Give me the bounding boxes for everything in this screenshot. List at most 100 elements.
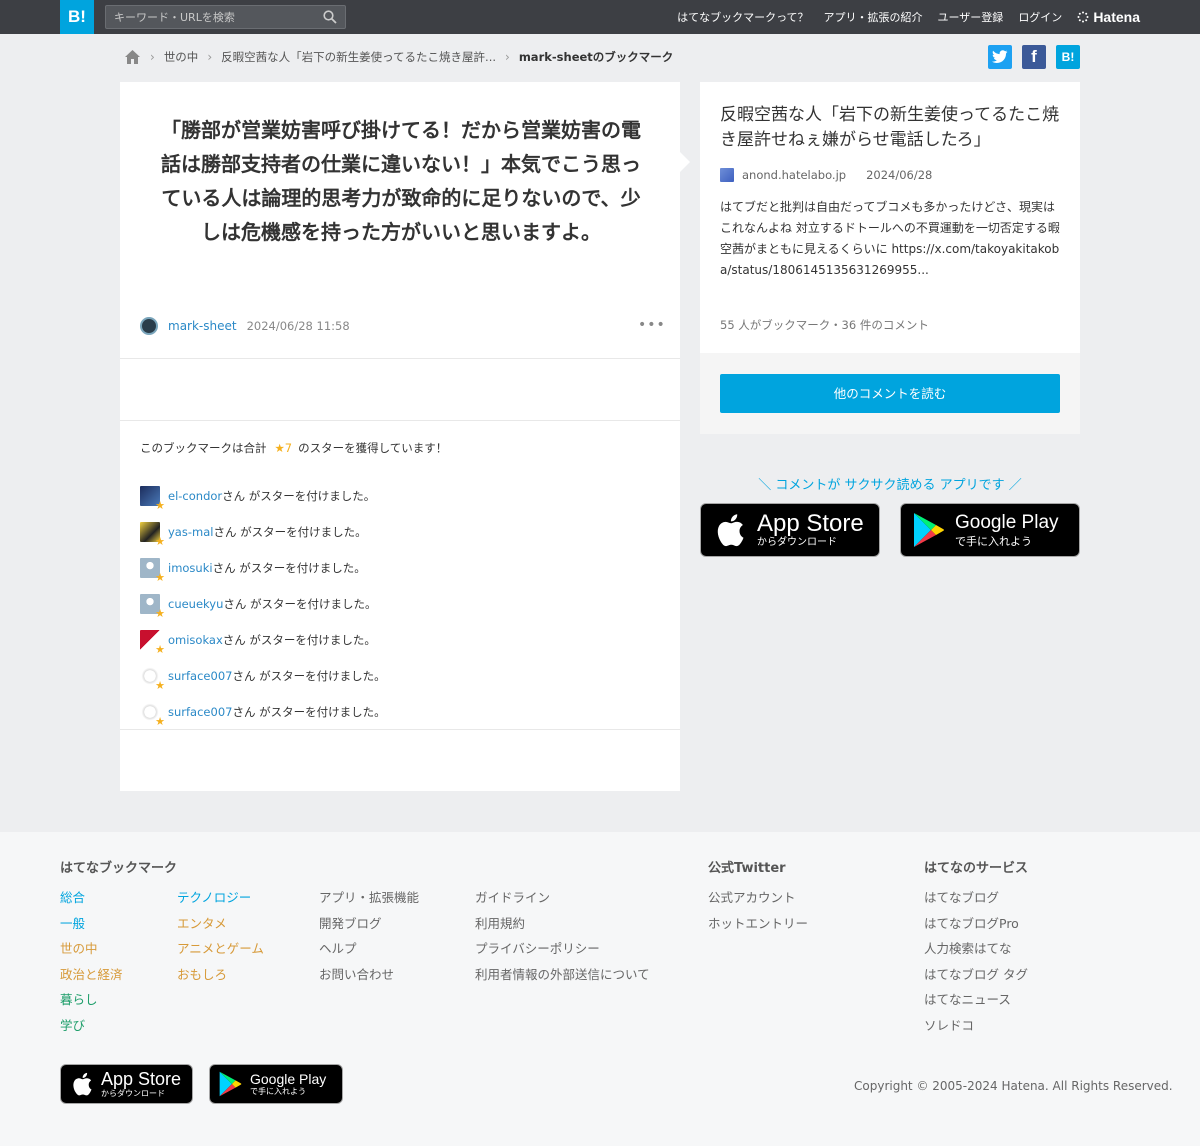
star-user-link[interactable]: surface007 (168, 669, 232, 683)
star-action-text: さん がスターを付けました。 (232, 705, 386, 719)
star-action-text: さん がスターを付けました。 (213, 525, 367, 539)
site-favicon-icon (720, 168, 734, 182)
google-play-icon (219, 1071, 242, 1097)
footer-category-link[interactable]: おもしろ (177, 962, 264, 988)
divider (120, 729, 680, 730)
nav-apps[interactable]: アプリ・拡張の紹介 (824, 9, 923, 25)
home-icon[interactable] (124, 49, 141, 65)
footer-category-link[interactable]: エンタメ (177, 911, 264, 937)
nav-register[interactable]: ユーザー登録 (938, 9, 1004, 25)
apple-icon (717, 514, 744, 547)
entry-bookmark-count[interactable]: 55 人がブックマーク・36 件のコメント (720, 317, 929, 333)
star-icon: ★ (155, 679, 165, 692)
star-user-link[interactable]: el-condor (168, 489, 222, 503)
bookmark-username[interactable]: mark-sheet (168, 319, 237, 333)
nav-login[interactable]: ログイン (1018, 9, 1062, 25)
avatar[interactable]: ★ (140, 558, 165, 583)
star-count[interactable]: ★7 (275, 441, 293, 455)
google-play-title: Google Play (250, 1071, 327, 1087)
footer-link[interactable]: はてなニュース (924, 987, 1028, 1013)
google-play-sub: で手に入れよう (250, 1087, 306, 1096)
list-item: ★ yas-mal さん がスターを付けました。 (140, 514, 660, 550)
entry-actions: 他のコメントを読む (700, 353, 1080, 434)
avatar[interactable] (140, 317, 158, 335)
star-summary: このブックマークは合計 ★7 のスターを獲得しています！ (140, 440, 447, 456)
footer-category-link[interactable]: 総合 (60, 885, 123, 911)
footer-app-store-badge[interactable]: App Store からダウンロード (60, 1064, 193, 1104)
entry-domain[interactable]: anond.hatelabo.jp (742, 168, 846, 182)
divider (120, 420, 680, 421)
google-play-badge[interactable]: Google Play で手に入れよう (900, 503, 1080, 557)
read-comments-button[interactable]: 他のコメントを読む (720, 374, 1060, 413)
footer-link[interactable]: プライバシーポリシー (475, 936, 650, 962)
footer-link[interactable]: はてなブログPro (924, 911, 1028, 937)
footer-category-link[interactable]: アニメとゲーム (177, 936, 264, 962)
footer-link[interactable]: 人力検索はてな (924, 936, 1028, 962)
facebook-share-button[interactable]: f (1022, 45, 1046, 69)
breadcrumb-category[interactable]: 世の中 (164, 49, 199, 65)
app-store-badge[interactable]: App Store からダウンロード (700, 503, 880, 557)
footer-link[interactable]: 開発ブログ (319, 911, 419, 937)
avatar[interactable]: ★ (140, 486, 165, 511)
star-user-link[interactable]: cueuekyu (168, 597, 223, 611)
search-input[interactable] (106, 6, 316, 28)
star-user-list: ★ el-condor さん がスターを付けました。 ★ yas-mal さん がス… (140, 478, 660, 730)
avatar[interactable]: ★ (140, 630, 165, 655)
footer-link[interactable]: 公式アカウント (708, 885, 808, 911)
star-action-text: さん がスターを付けました。 (222, 633, 376, 647)
footer-category-link[interactable]: 政治と経済 (60, 962, 123, 988)
list-item: ★ surface007 さん がスターを付けました。 (140, 658, 660, 694)
star-user-link[interactable]: yas-mal (168, 525, 213, 539)
avatar[interactable]: ★ (140, 522, 165, 547)
card-pointer (680, 152, 690, 172)
footer-link[interactable]: アプリ・拡張機能 (319, 885, 419, 911)
star-action-text: さん がスターを付けました。 (212, 561, 366, 575)
avatar[interactable]: ★ (140, 594, 165, 619)
twitter-share-button[interactable] (988, 45, 1012, 69)
footer-link[interactable]: ホットエントリー (708, 911, 808, 937)
footer-link[interactable]: ヘルプ (319, 936, 419, 962)
nav-about[interactable]: はてなブックマークって？ (677, 9, 808, 25)
avatar[interactable]: ★ (140, 702, 165, 727)
footer-category-link[interactable]: 学び (60, 1013, 123, 1039)
more-options-icon[interactable]: ••• (638, 317, 666, 333)
divider (120, 358, 680, 359)
footer-category-link[interactable]: 一般 (60, 911, 123, 937)
star-icon: ★ (155, 607, 165, 620)
star-user-link[interactable]: imosuki (168, 561, 213, 575)
hatena-brand-link[interactable]: Hatena (1077, 9, 1140, 25)
list-item: ★ imosuki さん がスターを付けました。 (140, 550, 660, 586)
footer-link[interactable]: お問い合わせ (319, 962, 419, 988)
hatena-bookmark-logo[interactable]: B! (60, 0, 94, 34)
bookmark-user-row: mark-sheet 2024/06/28 11:58 (140, 317, 350, 335)
footer-google-play-badge[interactable]: Google Play で手に入れよう (209, 1064, 343, 1104)
app-store-title: App Store (757, 510, 864, 537)
footer-link[interactable]: 利用規約 (475, 911, 650, 937)
star-action-text: さん がスターを付けました。 (222, 489, 376, 503)
avatar[interactable]: ★ (140, 666, 165, 691)
entry-title[interactable]: 反暇空茜な人「岩下の新生姜使ってるたこ焼き屋許せねぇ嫌がらせ電話したろ」 (720, 103, 1065, 153)
list-item: ★ cueuekyu さん がスターを付けました。 (140, 586, 660, 622)
copyright: Copyright © 2005-2024 Hatena. All Rights… (854, 1079, 1173, 1093)
footer-link[interactable]: はてなブログ タグ (924, 962, 1028, 988)
footer-category-link[interactable]: 世の中 (60, 936, 123, 962)
footer-link[interactable]: ソレドコ (924, 1013, 1028, 1039)
star-user-link[interactable]: omisokax (168, 633, 223, 647)
footer-link[interactable]: 利用者情報の外部送信について (475, 962, 650, 988)
hatena-share-button[interactable]: B! (1056, 45, 1080, 69)
footer-links-1: アプリ・拡張機能 開発ブログ ヘルプ お問い合わせ (319, 885, 419, 987)
footer-link[interactable]: ガイドライン (475, 885, 650, 911)
footer-link[interactable]: はてなブログ (924, 885, 1028, 911)
entry-card: 反暇空茜な人「岩下の新生姜使ってるたこ焼き屋許せねぇ嫌がらせ電話したろ」 ano… (700, 82, 1080, 353)
footer-category-link[interactable]: テクノロジー (177, 885, 264, 911)
footer-heading-bookmark: はてなブックマーク (60, 861, 178, 876)
top-bar: B! はてなブックマークって？ アプリ・拡張の紹介 ユーザー登録 ログイン Ha… (0, 0, 1200, 34)
star-user-link[interactable]: surface007 (168, 705, 232, 719)
star-action-text: さん がスターを付けました。 (232, 669, 386, 683)
breadcrumb-entry[interactable]: 反暇空茜な人「岩下の新生姜使ってるたこ焼き屋許... (221, 49, 496, 65)
hatena-brand-text: Hatena (1093, 9, 1140, 25)
footer-categories-2: テクノロジー エンタメ アニメとゲーム おもしろ (177, 885, 264, 987)
star-icon: ★ (155, 499, 165, 512)
search-icon[interactable] (323, 10, 337, 24)
footer-category-link[interactable]: 暮らし (60, 987, 123, 1013)
